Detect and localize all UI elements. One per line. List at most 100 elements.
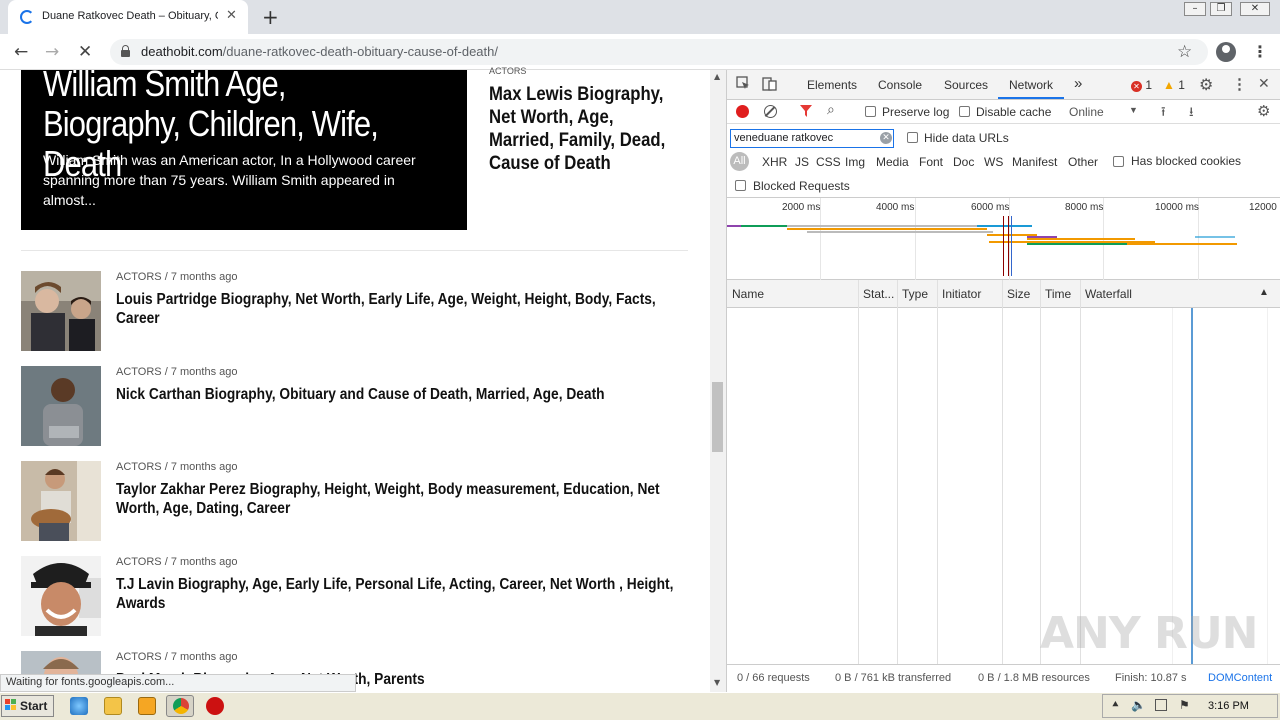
file-explorer-icon[interactable]	[104, 697, 122, 715]
timeline-bar	[1027, 238, 1135, 240]
inspect-element-icon[interactable]	[736, 76, 750, 93]
taskbar-clock[interactable]: 3:16 PM	[1208, 700, 1249, 712]
url-text[interactable]: deathobit.com/duane-ratkovec-death-obitu…	[141, 44, 498, 59]
lock-icon[interactable]	[121, 45, 130, 57]
article-category[interactable]: ACTORS	[116, 556, 162, 568]
network-overview-timeline[interactable]: 2000 ms 4000 ms 6000 ms 8000 ms 10000 ms…	[727, 198, 1280, 280]
article-thumbnail[interactable]	[21, 556, 101, 636]
filter-input[interactable]: veneduane ratkovec	[730, 129, 894, 148]
article-thumbnail[interactable]	[21, 461, 101, 541]
column-size[interactable]: Size	[1007, 287, 1030, 301]
back-arrow-icon[interactable]: ←	[14, 42, 28, 62]
type-filter-ws[interactable]: WS	[984, 155, 1003, 169]
scroll-up-arrow-icon[interactable]: ▲	[714, 72, 720, 81]
article-item[interactable]: ACTORS / 7 months ago Nick Carthan Biogr…	[21, 366, 691, 448]
article-title[interactable]: T.J Lavin Biography, Age, Early Life, Pe…	[116, 575, 684, 613]
type-filter-js[interactable]: JS	[795, 155, 809, 169]
article-title[interactable]: Taylor Zakhar Perez Biography, Height, W…	[116, 480, 684, 518]
column-waterfall[interactable]: Waterfall	[1085, 287, 1132, 301]
column-status[interactable]: Stat...	[863, 287, 894, 301]
network-icon[interactable]	[1155, 699, 1167, 711]
tray-expand-icon[interactable]: ⯅	[1111, 698, 1120, 712]
chrome-taskbar-button[interactable]	[166, 695, 194, 717]
throttling-select[interactable]: Online	[1069, 105, 1104, 119]
warning-counter[interactable]: ▲ 1	[1163, 78, 1185, 92]
article-category[interactable]: ACTORS	[116, 651, 162, 663]
tab-elements[interactable]: Elements	[807, 78, 857, 92]
article-item[interactable]: ACTORS / 7 months ago T.J Lavin Biograph…	[21, 556, 691, 638]
article-item[interactable]: ACTORS / 7 months ago Louis Partridge Bi…	[21, 271, 691, 353]
side-article-category[interactable]: ACTORS	[489, 66, 526, 76]
article-category[interactable]: ACTORS	[116, 366, 162, 378]
window-close-button[interactable]: ✕	[1240, 2, 1270, 16]
media-player-icon[interactable]	[138, 697, 156, 715]
type-filter-xhr[interactable]: XHR	[762, 155, 787, 169]
tab-network[interactable]: Network	[1009, 78, 1053, 92]
has-blocked-cookies-checkbox[interactable]	[1113, 156, 1124, 167]
sort-up-icon[interactable]: ▲	[1259, 287, 1269, 298]
timeline-bar	[787, 225, 977, 227]
clear-icon[interactable]	[764, 105, 777, 118]
scroll-down-arrow-icon[interactable]: ▼	[714, 678, 720, 687]
settings-gear-icon[interactable]: ⚙	[1199, 75, 1213, 95]
stop-sign-icon[interactable]	[206, 697, 224, 715]
column-time[interactable]: Time	[1045, 287, 1071, 301]
blocked-requests-checkbox[interactable]	[735, 180, 746, 191]
tab-sources[interactable]: Sources	[944, 78, 988, 92]
preserve-log-checkbox[interactable]	[865, 106, 876, 117]
article-time: 7 months ago	[170, 461, 238, 473]
article-category[interactable]: ACTORS	[116, 271, 162, 283]
minimize-button[interactable]: –	[1184, 2, 1206, 16]
browser-menu-icon[interactable]: ⋮	[1252, 42, 1268, 61]
filter-icon[interactable]	[799, 104, 813, 121]
scrollbar-thumb[interactable]	[712, 382, 723, 452]
chevron-down-icon[interactable]: ▼	[1129, 105, 1138, 115]
more-tabs-icon[interactable]: »	[1074, 75, 1082, 92]
tab-console[interactable]: Console	[878, 78, 922, 92]
type-filter-font[interactable]: Font	[919, 155, 943, 169]
network-settings-gear-icon[interactable]: ⚙	[1257, 102, 1270, 120]
restore-button[interactable]: ❐	[1210, 2, 1232, 16]
stop-loading-icon[interactable]: ✕	[78, 42, 92, 62]
record-icon[interactable]	[736, 105, 749, 118]
type-filter-all[interactable]: All	[730, 152, 749, 171]
hide-data-urls-checkbox[interactable]	[907, 132, 918, 143]
profile-avatar-icon[interactable]	[1216, 42, 1236, 62]
type-filter-img[interactable]: Img	[845, 155, 865, 169]
disable-cache-checkbox[interactable]	[959, 106, 970, 117]
bookmark-star-icon[interactable]: ☆	[1177, 42, 1192, 62]
forward-arrow-icon[interactable]: →	[45, 42, 59, 62]
device-toolbar-icon[interactable]	[762, 76, 778, 95]
error-counter[interactable]: ✕ 1	[1131, 78, 1152, 92]
column-initiator[interactable]: Initiator	[942, 287, 981, 301]
type-filter-media[interactable]: Media	[876, 155, 909, 169]
timeline-bar	[1127, 243, 1237, 245]
volume-icon[interactable]: 🔈	[1131, 698, 1146, 712]
tab-close-icon[interactable]: ✕	[226, 8, 237, 23]
column-type[interactable]: Type	[902, 287, 928, 301]
clear-filter-icon[interactable]: ✕	[880, 132, 892, 144]
type-filter-other[interactable]: Other	[1068, 155, 1098, 169]
type-filter-doc[interactable]: Doc	[953, 155, 974, 169]
hero-article[interactable]: William Smith Age, Biography, Children, …	[21, 70, 467, 230]
new-tab-button[interactable]: +	[262, 5, 279, 29]
flag-icon[interactable]: ⚑	[1179, 698, 1190, 712]
type-filter-css[interactable]: CSS	[816, 155, 841, 169]
article-item[interactable]: ACTORS / 7 months ago Taylor Zakhar Pere…	[21, 461, 691, 543]
page-scrollbar[interactable]: ▲ ▼	[710, 70, 726, 692]
column-name[interactable]: Name	[732, 287, 764, 301]
side-article-title[interactable]: Max Lewis Biography, Net Worth, Age, Mar…	[489, 83, 674, 175]
devtools-menu-icon[interactable]: ⋮	[1232, 75, 1247, 93]
article-thumbnail[interactable]	[21, 271, 101, 351]
article-title[interactable]: Nick Carthan Biography, Obituary and Cau…	[116, 385, 684, 404]
export-har-icon[interactable]: ⭳	[1189, 103, 1194, 125]
article-thumbnail[interactable]	[21, 366, 101, 446]
article-title[interactable]: Louis Partridge Biography, Net Worth, Ea…	[116, 290, 684, 328]
internet-explorer-icon[interactable]	[70, 697, 88, 715]
import-har-icon[interactable]: ⭱	[1161, 103, 1166, 125]
close-devtools-icon[interactable]: ✕	[1258, 75, 1270, 92]
type-filter-manifest[interactable]: Manifest	[1012, 155, 1057, 169]
search-icon[interactable]: ⌕	[827, 102, 835, 118]
article-category[interactable]: ACTORS	[116, 461, 162, 473]
browser-tab[interactable]: Duane Ratkovec Death – Obituary, C ✕	[8, 0, 248, 34]
